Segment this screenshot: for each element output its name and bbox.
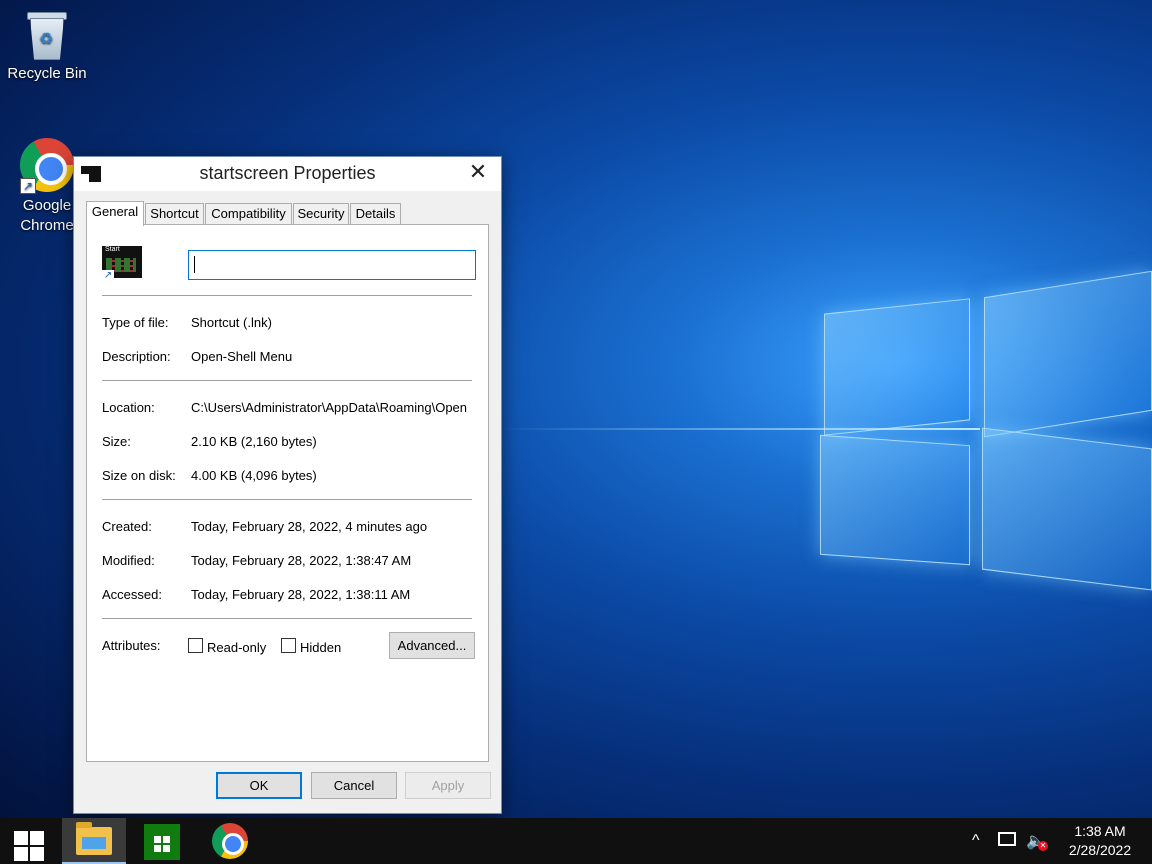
description-label: Description: [102, 349, 171, 364]
size-on-disk-label: Size on disk: [102, 468, 176, 483]
dialog-title: startscreen Properties [199, 163, 376, 183]
text-caret [194, 256, 195, 273]
chrome-icon [212, 823, 248, 859]
ok-button[interactable]: OK [216, 772, 302, 799]
readonly-label[interactable]: Read-only [207, 640, 266, 655]
network-icon[interactable] [998, 832, 1016, 846]
location-value[interactable]: C:\Users\Administrator\AppData\Roaming\O… [191, 400, 475, 415]
taskbar-file-explorer[interactable] [62, 818, 126, 864]
dialog-titlebar[interactable]: startscreen Properties ✕ [74, 157, 501, 191]
desktop-icon-label: Google Chrome [20, 197, 74, 234]
location-label: Location: [102, 400, 155, 415]
apply-button[interactable]: Apply [405, 772, 491, 799]
folder-icon [76, 822, 112, 855]
clock[interactable]: 1:38 AM 2/28/2022 [1058, 822, 1142, 860]
file-name-input[interactable] [188, 250, 476, 280]
startscreen-shortcut-icon: Start ↗ [102, 246, 142, 282]
tab-shortcut[interactable]: Shortcut [145, 203, 204, 225]
divider [102, 295, 472, 296]
clock-time: 1:38 AM [1074, 823, 1126, 839]
clock-date: 2/28/2022 [1068, 842, 1132, 858]
hidden-checkbox[interactable] [281, 638, 296, 653]
advanced-button[interactable]: Advanced... [389, 632, 475, 659]
type-value: Shortcut (.lnk) [191, 315, 272, 330]
properties-dialog: startscreen Properties ✕ General Shortcu… [73, 156, 502, 814]
size-value: 2.10 KB (2,160 bytes) [191, 434, 317, 449]
taskbar-store[interactable] [130, 818, 190, 864]
type-label: Type of file: [102, 315, 169, 330]
size-label: Size: [102, 434, 131, 449]
tab-details[interactable]: Details [350, 203, 401, 225]
tray-chevron-icon[interactable]: ^ [972, 832, 980, 850]
taskbar: ^ 🔈 ✕ 1:38 AM 2/28/2022 [0, 818, 1152, 864]
divider [102, 618, 472, 619]
cancel-button[interactable]: Cancel [311, 772, 397, 799]
store-icon [144, 824, 180, 860]
tab-general[interactable]: General [86, 201, 144, 226]
size-on-disk-value: 4.00 KB (4,096 bytes) [191, 468, 317, 483]
taskbar-chrome[interactable] [200, 818, 260, 864]
divider [102, 380, 472, 381]
start-button[interactable] [0, 818, 60, 864]
general-tab-panel: Start ↗ Type of file: Shortcut (.lnk) De… [86, 224, 489, 762]
modified-value: Today, February 28, 2022, 1:38:47 AM [191, 553, 412, 568]
close-button[interactable]: ✕ [455, 157, 501, 189]
modified-label: Modified: [102, 553, 155, 568]
desktop-icon-label: Recycle Bin [7, 65, 87, 82]
recycle-bin-icon: ♻ [24, 8, 70, 60]
attributes-label: Attributes: [102, 638, 161, 653]
created-value: Today, February 28, 2022, 4 minutes ago [191, 519, 428, 534]
tab-security[interactable]: Security [293, 203, 349, 225]
desktop-icon-recycle-bin[interactable]: ♻ Recycle Bin [2, 8, 92, 84]
description-value: Open-Shell Menu [191, 349, 293, 364]
divider [102, 499, 472, 500]
created-label: Created: [102, 519, 152, 534]
volume-muted-badge-icon: ✕ [1038, 841, 1048, 851]
accessed-label: Accessed: [102, 587, 162, 602]
shortcut-arrow-icon: ↗ [20, 178, 36, 194]
readonly-checkbox[interactable] [188, 638, 203, 653]
windows-logo-icon [14, 831, 44, 861]
tab-compatibility[interactable]: Compatibility [205, 203, 292, 225]
accessed-value: Today, February 28, 2022, 1:38:11 AM [191, 587, 411, 602]
hidden-label[interactable]: Hidden [300, 640, 341, 655]
wallpaper-windows-logo [500, 260, 1152, 600]
